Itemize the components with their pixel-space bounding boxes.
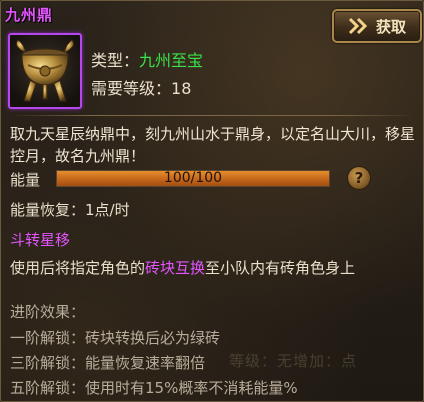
item-type-row: 类型：九州至宝 — [91, 47, 203, 71]
divider — [9, 115, 415, 116]
advance-title: 进阶效果： — [10, 303, 86, 321]
energy-recovery: 能量恢复：1点/时 — [10, 201, 130, 219]
skill-name: 斗转星移 — [10, 231, 71, 249]
item-icon-frame — [8, 33, 82, 109]
energy-bar: 100/100 — [56, 170, 330, 187]
get-button[interactable]: 获取 — [332, 9, 422, 43]
advance-item: 五阶解锁：使用时有15%概率不消耗能量% — [10, 379, 298, 397]
tripod-cauldron-icon — [15, 39, 75, 102]
item-level-row: 需要等级：18 — [91, 75, 191, 99]
skill-desc-before: 使用后将指定角色的 — [10, 259, 146, 277]
skill-desc-highlight: 砖块互换 — [145, 259, 206, 277]
skill-desc-after: 至小队内有砖角色身上 — [205, 259, 356, 277]
item-level-label: 需要等级： — [91, 79, 172, 98]
item-description: 取九天星辰纳鼎中，刻九州山水于鼎身，以定名山大川，移星控月，故名九州鼎！ — [10, 125, 416, 165]
advance-item: 三阶解锁：能量恢复速率翻倍 — [10, 354, 206, 372]
skill-description: 使用后将指定角色的砖块互换至小队内有砖角色身上 — [10, 257, 355, 278]
item-tooltip-panel: 九州鼎 获取 类型：九州至宝 需要等级：18 取九天星辰纳鼎中，刻九州山水于鼎身… — [0, 0, 424, 402]
watermark-text: 等级：无增加：点 — [229, 352, 358, 370]
double-chevron-right-icon — [348, 17, 368, 35]
get-button-label: 获取 — [375, 17, 406, 36]
item-title: 九州鼎 — [5, 6, 54, 24]
item-type-value: 九州至宝 — [139, 51, 204, 70]
item-type-label: 类型： — [91, 51, 140, 70]
energy-label: 能量 — [10, 171, 41, 189]
advance-item: 一阶解锁：砖块转换后必为绿砖 — [10, 329, 221, 347]
item-level-value: 18 — [171, 79, 192, 98]
energy-bar-text: 100/100 — [163, 170, 223, 186]
help-icon[interactable]: ? — [347, 166, 371, 190]
